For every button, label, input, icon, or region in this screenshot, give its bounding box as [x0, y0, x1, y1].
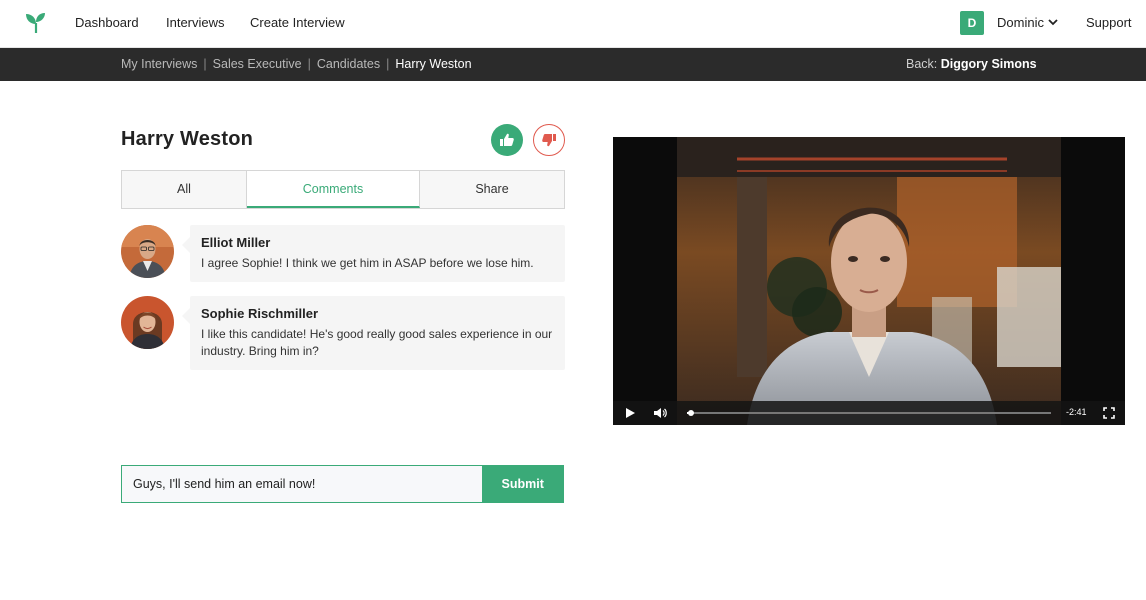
nav-create-interview[interactable]: Create Interview [250, 15, 345, 30]
comment-author: Sophie Rischmiller [201, 306, 319, 321]
fullscreen-icon[interactable] [1103, 407, 1115, 419]
back-name[interactable]: Diggory Simons [941, 57, 1037, 71]
video-progress-track[interactable] [687, 412, 1051, 414]
chevron-down-icon[interactable] [1047, 16, 1059, 28]
comment-bubble: Sophie Rischmiller I like this candidate… [182, 296, 565, 370]
candidate-name: Harry Weston [121, 128, 254, 150]
user-avatar[interactable]: D [960, 11, 984, 35]
breadcrumb-current: Harry Weston [395, 57, 472, 71]
thumbs-up-icon [500, 133, 514, 146]
video-progress-handle[interactable] [687, 410, 694, 416]
nav-dashboard[interactable]: Dashboard [75, 15, 139, 30]
video-player[interactable]: -2:41 [613, 137, 1125, 425]
tab-share[interactable]: Share [420, 171, 564, 208]
video-controls: -2:41 [613, 401, 1125, 425]
comment-bubble: Elliot Miller I agree Sophie! I think we… [182, 225, 565, 282]
thumbs-up-button[interactable] [491, 124, 523, 156]
tab-all[interactable]: All [122, 171, 247, 208]
breadcrumb-bar: My Interviews | Sales Executive | Candidates… [0, 48, 1146, 81]
time-remaining: -2:41 [1066, 407, 1087, 417]
volume-icon[interactable] [653, 407, 667, 419]
sprout-logo-icon[interactable] [24, 11, 48, 35]
comment-input[interactable] [122, 466, 483, 502]
breadcrumb-my-interviews[interactable]: My Interviews [121, 57, 197, 71]
top-nav: Dashboard Interviews Create Interview D … [0, 0, 1146, 48]
candidate-video-frame [677, 137, 1061, 425]
avatar [121, 296, 174, 349]
submit-button[interactable]: Submit [482, 466, 563, 502]
nav-interviews[interactable]: Interviews [166, 15, 225, 30]
tab-comments[interactable]: Comments [247, 171, 420, 208]
breadcrumb-candidates[interactable]: Candidates [317, 57, 380, 71]
user-menu-name[interactable]: Dominic [997, 15, 1044, 30]
avatar [121, 225, 174, 278]
comment-text: I like this candidate! He's good really … [201, 327, 553, 358]
back-link[interactable]: Back: Diggory Simons [906, 57, 1037, 71]
play-icon[interactable] [624, 407, 636, 419]
comment-text: I agree Sophie! I think we get him in AS… [201, 256, 534, 270]
comment-tabs: All Comments Share [121, 170, 565, 209]
thumbs-down-button[interactable] [533, 124, 565, 156]
nav-support[interactable]: Support [1086, 15, 1132, 30]
thumbs-down-icon [542, 134, 556, 147]
comment-compose: Submit [121, 465, 564, 503]
breadcrumb-sales-executive[interactable]: Sales Executive [213, 57, 302, 71]
comment-author: Elliot Miller [201, 235, 271, 250]
back-label: Back: [906, 57, 938, 71]
breadcrumb: My Interviews | Sales Executive | Candidates… [121, 57, 472, 71]
